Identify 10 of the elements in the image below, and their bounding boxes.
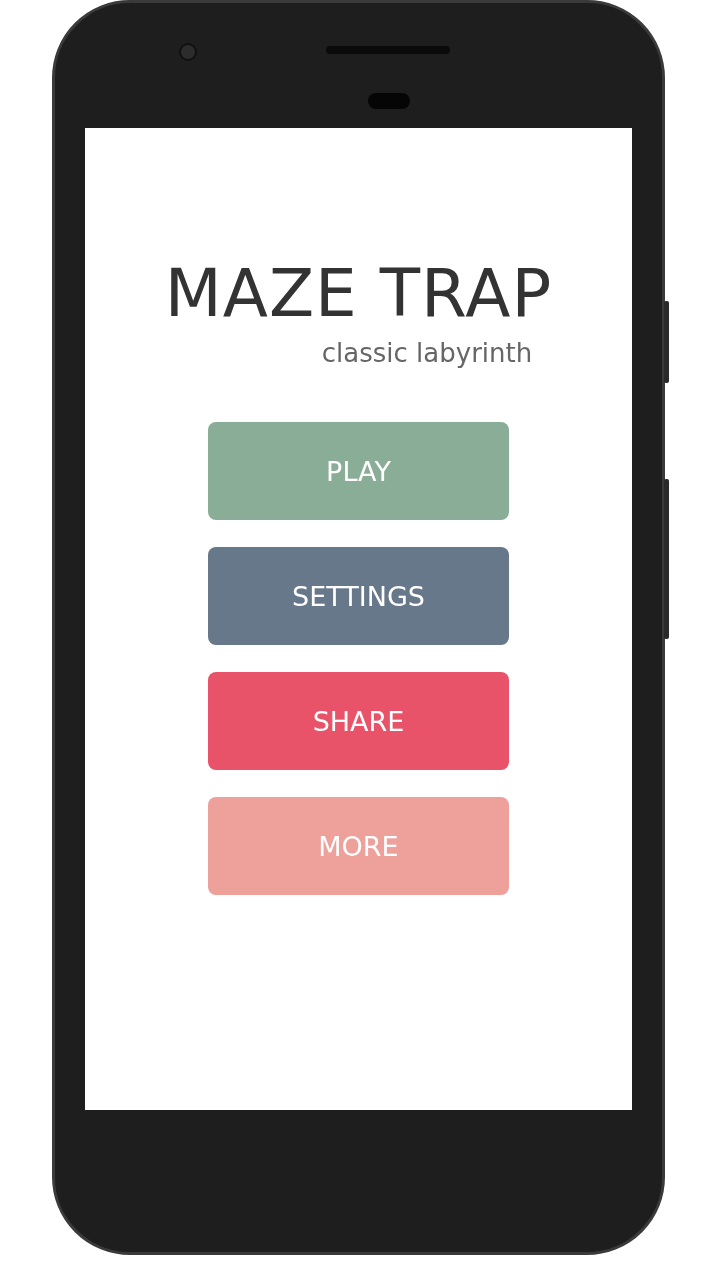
app-subtitle: classic labyrinth xyxy=(321,338,533,368)
menu-button[interactable]: SETTINGS xyxy=(208,547,509,645)
app-title: MAZE TRAP xyxy=(164,256,553,332)
menu-button[interactable]: SHARE xyxy=(208,672,509,770)
side-button[interactable] xyxy=(664,479,669,639)
menu-button[interactable]: MORE xyxy=(208,797,509,895)
side-button[interactable] xyxy=(664,301,669,383)
sensor-icon xyxy=(368,93,410,109)
camera-icon xyxy=(179,43,197,61)
menu-button[interactable]: PLAY xyxy=(208,422,509,520)
